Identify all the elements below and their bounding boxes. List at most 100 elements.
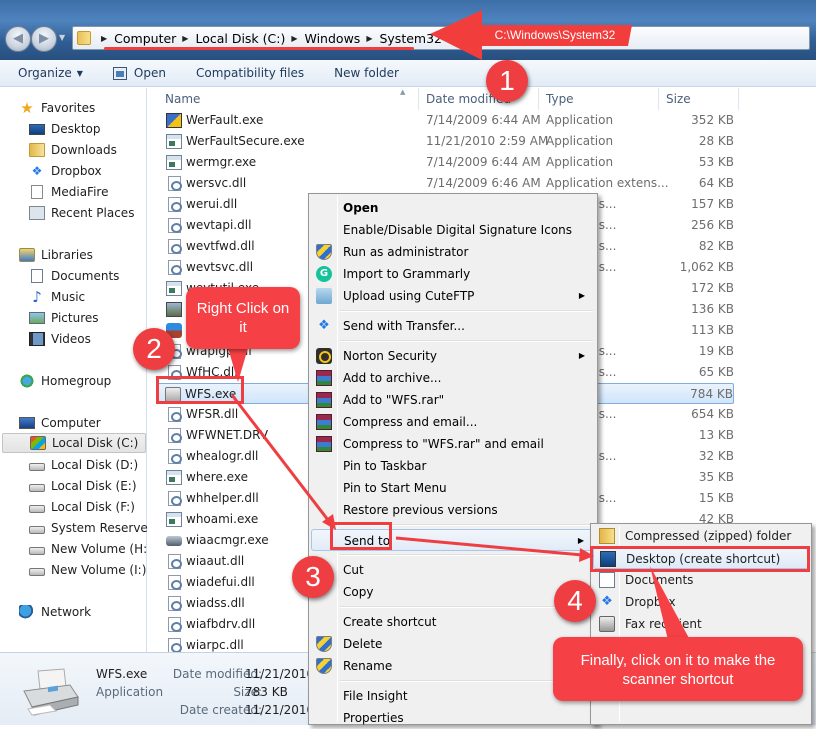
nav-dropbox[interactable]: ❖ Dropbox: [29, 161, 102, 181]
nav-computer[interactable]: Computer: [19, 413, 101, 433]
column-divider[interactable]: [538, 88, 539, 110]
nav-libraries[interactable]: Libraries: [19, 245, 93, 265]
column-divider[interactable]: [738, 88, 739, 110]
file-row[interactable]: wersvc.dll 7/14/2009 6:46 AM Application e…: [158, 173, 736, 194]
compatibility-files-button[interactable]: Compatibility files: [196, 66, 304, 80]
menu-item-compress-to-wfs-rar-and-email[interactable]: Compress to "WFS.rar" and email: [311, 433, 595, 455]
file-size: 1,062 KB: [679, 260, 734, 274]
nav-desktop[interactable]: Desktop: [29, 119, 101, 139]
chevron-right-icon[interactable]: ▶: [101, 34, 107, 43]
menu-item-create-shortcut[interactable]: Create shortcut: [311, 611, 595, 633]
nav-local-disk-f[interactable]: Local Disk (F:): [29, 497, 135, 517]
dll-file-icon: [168, 449, 182, 464]
sendto-documents[interactable]: Documents: [593, 569, 809, 591]
chevron-right-icon[interactable]: ▶: [291, 34, 297, 43]
chevron-right-icon[interactable]: ▶: [366, 34, 372, 43]
step-badge-3: 3: [292, 556, 334, 598]
nav-downloads[interactable]: Downloads: [29, 140, 117, 160]
fax-machine-icon: [23, 668, 79, 716]
nav-network[interactable]: Network: [19, 602, 91, 622]
breadcrumb-computer[interactable]: Computer: [114, 31, 176, 46]
menu-item-norton-security[interactable]: Norton Security ▶: [311, 345, 595, 367]
details-date-modified-value: 11/21/2010: [245, 667, 315, 681]
menu-item-open[interactable]: Open: [311, 197, 595, 219]
menu-item-pin-to-start-menu[interactable]: Pin to Start Menu: [311, 477, 595, 499]
callout-right-click: Right Click on it: [186, 287, 300, 349]
nav-label: Documents: [51, 269, 120, 283]
file-row[interactable]: WerFaultSecure.exe 11/21/2010 2:59 AM Appl…: [158, 131, 736, 152]
menu-item-label: Restore previous versions: [343, 503, 498, 517]
winrar-icon: [316, 370, 332, 386]
breadcrumb-windows[interactable]: Windows: [305, 31, 361, 46]
breadcrumb-local-disk-c[interactable]: Local Disk (C:): [195, 31, 285, 46]
nav-new-volume-h[interactable]: New Volume (H:): [29, 539, 152, 559]
file-name: wiafbdrv.dll: [186, 617, 256, 631]
menu-item-restore-previous-versions[interactable]: Restore previous versions: [311, 499, 595, 521]
file-size: 256 KB: [691, 218, 734, 232]
nav-label: Desktop: [51, 122, 101, 136]
system-drive-icon: [30, 436, 46, 450]
sendto-dropbox[interactable]: ❖ Dropbox: [593, 591, 809, 613]
drive-icon: [29, 505, 45, 513]
step-badge-4: 4: [554, 580, 596, 622]
sendto-fax-recipient[interactable]: Fax recipient: [593, 613, 809, 635]
sendto-compressed-folder[interactable]: Compressed (zipped) folder: [593, 525, 809, 547]
nav-favorites[interactable]: ★ Favorites: [19, 98, 95, 118]
menu-item-properties[interactable]: Properties: [311, 707, 595, 729]
step-badge-2: 2: [133, 328, 175, 370]
file-date-modified: 7/14/2009 6:44 AM: [426, 113, 541, 127]
column-header-name[interactable]: Name: [165, 92, 200, 106]
forward-button[interactable]: ▶: [31, 26, 57, 52]
menu-item-add-to-archive[interactable]: Add to archive...: [311, 367, 595, 389]
file-row[interactable]: wermgr.exe 7/14/2009 6:44 AM Application 53…: [158, 152, 736, 173]
chevron-right-icon[interactable]: ▶: [182, 34, 188, 43]
nav-label: Libraries: [41, 248, 93, 262]
menu-item-compress-and-email[interactable]: Compress and email...: [311, 411, 595, 433]
organize-button[interactable]: Organize ▼: [18, 66, 83, 80]
menu-item-add-to-wfs-rar[interactable]: Add to "WFS.rar": [311, 389, 595, 411]
file-name: wiarpc.dll: [186, 638, 244, 652]
nav-local-disk-e[interactable]: Local Disk (E:): [29, 476, 137, 496]
highlight-desktop-shortcut: [590, 546, 810, 572]
nav-homegroup[interactable]: Homegroup: [19, 371, 111, 391]
nav-recent-places[interactable]: Recent Places: [29, 203, 134, 223]
nav-new-volume-i[interactable]: New Volume (I:): [29, 560, 146, 580]
menu-item-pin-to-taskbar[interactable]: Pin to Taskbar: [311, 455, 595, 477]
nav-system-reserved[interactable]: System Reserved (: [29, 518, 164, 538]
nav-local-disk-c[interactable]: Local Disk (C:): [2, 433, 146, 453]
menu-item-send-with-transfer[interactable]: ❖ Send with Transfer...: [311, 315, 595, 337]
menu-item-label: Create shortcut: [343, 615, 437, 629]
recent-pages-dropdown[interactable]: ▼: [59, 33, 65, 42]
menu-item-import-to-grammarly[interactable]: G Import to Grammarly: [311, 263, 595, 285]
menu-item-copy[interactable]: Copy: [311, 581, 595, 603]
back-button[interactable]: ◀: [5, 26, 31, 52]
nav-local-disk-d[interactable]: Local Disk (D:): [29, 455, 138, 475]
nav-documents[interactable]: Documents: [29, 266, 119, 286]
nav-videos[interactable]: Videos: [29, 329, 91, 349]
menu-item-label: Run as administrator: [343, 245, 469, 259]
navigation-pane: ★ Favorites Desktop Downloads ❖ Dropbox …: [0, 88, 164, 652]
menu-item-run-as-administrator[interactable]: Run as administrator: [311, 241, 595, 263]
drive-icon: [29, 526, 45, 534]
column-header-size[interactable]: Size: [666, 92, 691, 106]
file-row[interactable]: WerFault.exe 7/14/2009 6:44 AM Application…: [158, 110, 736, 131]
file-size: 157 KB: [691, 197, 734, 211]
column-divider[interactable]: [418, 88, 419, 110]
nav-pictures[interactable]: Pictures: [29, 308, 99, 328]
column-header-type[interactable]: Type: [546, 92, 574, 106]
menu-item-enable-disable-signature-icons[interactable]: Enable/Disable Digital Signature Icons: [311, 219, 595, 241]
breadcrumb-system32[interactable]: System32: [379, 31, 442, 46]
open-button[interactable]: Open: [112, 66, 166, 80]
column-divider[interactable]: [658, 88, 659, 110]
new-folder-button[interactable]: New folder: [334, 66, 399, 80]
menu-item-cut[interactable]: Cut: [311, 559, 595, 581]
menu-item-label: Compress to "WFS.rar" and email: [343, 437, 544, 451]
nav-mediafire[interactable]: MediaFire: [29, 182, 108, 202]
menu-item-upload-using-cuteftp[interactable]: Upload using CuteFTP ▶: [311, 285, 595, 307]
uac-shield-icon: [316, 658, 332, 674]
chevron-right-icon[interactable]: ▶: [448, 34, 454, 43]
menu-separator: [339, 310, 593, 312]
menu-item-label: File Insight: [343, 689, 408, 703]
nav-label: New Volume (H:): [51, 542, 152, 556]
nav-music[interactable]: ♪ Music: [29, 287, 85, 307]
